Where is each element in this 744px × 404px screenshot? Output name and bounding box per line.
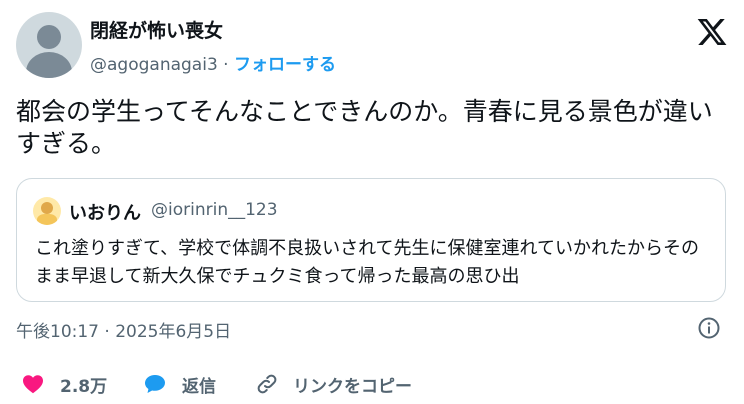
- info-icon[interactable]: [697, 316, 721, 340]
- action-bar: 2.8万 返信 リンクをコピー: [20, 370, 720, 398]
- quote-author-name: いおりん: [69, 203, 141, 224]
- tweet-header: 閉経が怖い喪女 @agoganagai3 · フォローする: [16, 12, 728, 82]
- quote-text: これ塗りすぎて、学校で体調不良扱いされて先生に保健室連れていかれたからそのまま早…: [35, 238, 700, 287]
- link-icon: [257, 374, 277, 394]
- copy-link-button[interactable]: リンクをコピー: [255, 370, 412, 398]
- reply-label: 返信: [182, 376, 216, 397]
- avatar[interactable]: [16, 12, 82, 78]
- speech-bubble-icon: [145, 375, 165, 393]
- author-name[interactable]: 閉経が怖い喪女: [90, 16, 223, 43]
- avatar-head: [37, 25, 61, 49]
- quote-avatar-body: [37, 214, 57, 225]
- timestamp[interactable]: 午後10:17 · 2025年6月5日: [16, 317, 231, 342]
- like-button[interactable]: 2.8万: [20, 370, 107, 398]
- author-handle-line: @agoganagai3 · フォローする: [90, 50, 336, 75]
- avatar-body: [26, 52, 72, 78]
- quoted-tweet[interactable]: いおりん @iorinrin__123 これ塗りすぎて、学校で体調不良扱いされて…: [16, 178, 726, 302]
- author-handle[interactable]: @agoganagai3: [90, 55, 218, 75]
- handle-separator: ·: [223, 55, 229, 75]
- quote-avatar[interactable]: [33, 197, 61, 225]
- tweet-text: 都会の学生ってそんなことできんのか。青春に見る景色が違いすぎる。: [16, 97, 713, 158]
- reply-button[interactable]: 返信: [142, 370, 216, 398]
- follow-button[interactable]: フォローする: [234, 55, 336, 75]
- like-count: 2.8万: [60, 376, 108, 397]
- quote-author-handle: @iorinrin__123: [151, 200, 278, 220]
- quote-avatar-head: [41, 202, 53, 214]
- heart-icon: [23, 375, 43, 394]
- copy-link-label: リンクをコピー: [293, 376, 412, 397]
- x-logo-icon[interactable]: [696, 16, 728, 48]
